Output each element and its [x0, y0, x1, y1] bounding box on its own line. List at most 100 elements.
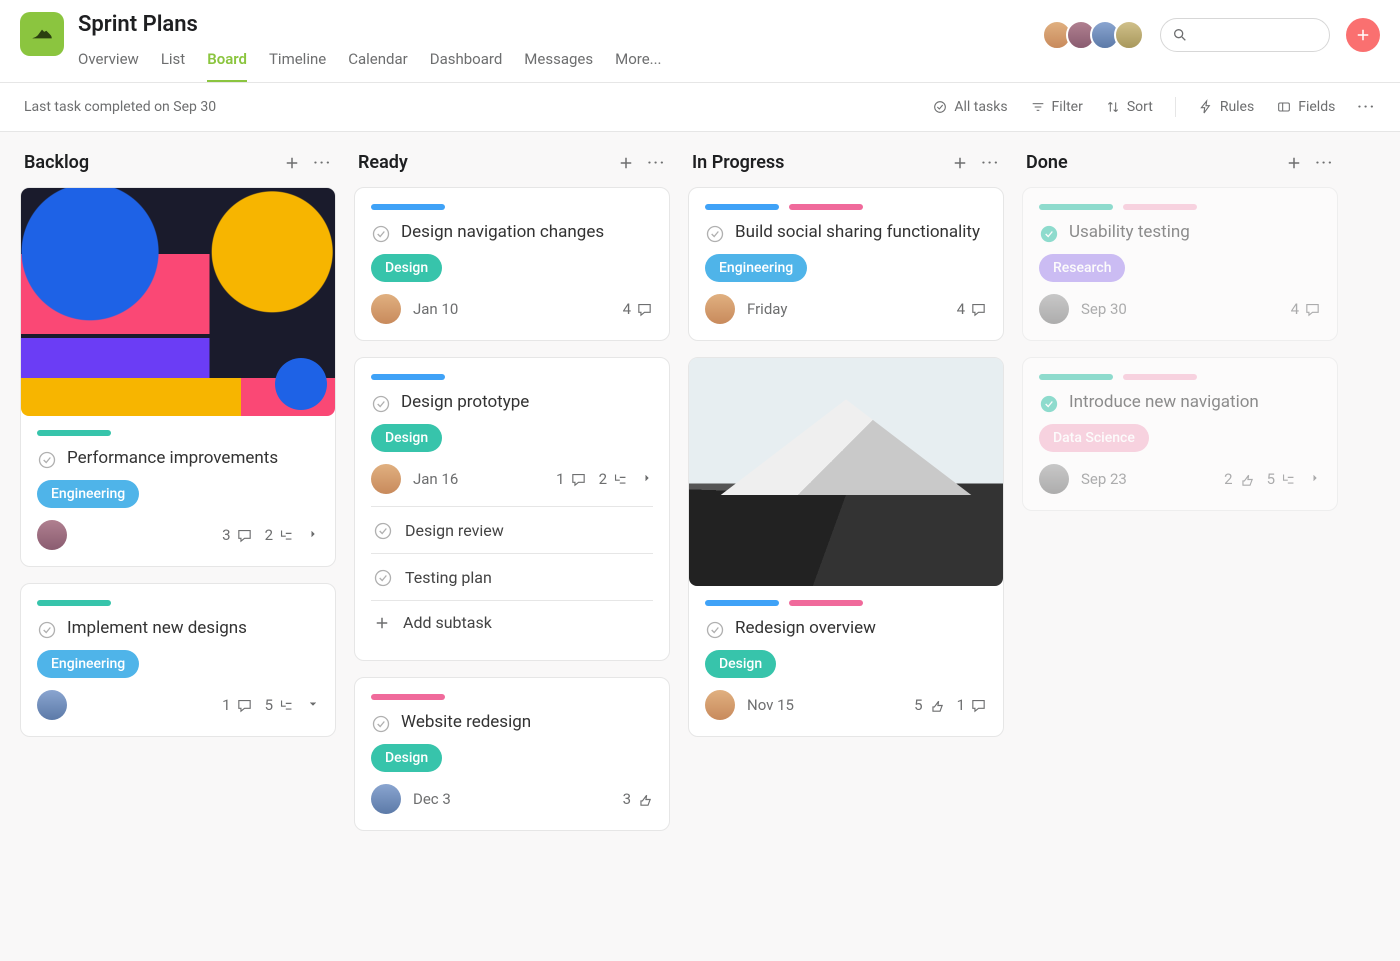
assignee-avatar[interactable]: [705, 294, 735, 324]
complete-subtask-button[interactable]: [373, 521, 393, 541]
assignee-avatar[interactable]: [371, 294, 401, 324]
tab-list[interactable]: List: [161, 46, 185, 82]
toolbar-more-button[interactable]: ···: [1357, 99, 1376, 115]
due-date[interactable]: Jan 10: [413, 300, 458, 318]
tag-design[interactable]: Design: [371, 254, 442, 282]
subtask-item[interactable]: Design review: [371, 507, 653, 554]
due-date[interactable]: Sep 30: [1081, 300, 1127, 318]
column-add-button[interactable]: [617, 154, 635, 172]
due-date[interactable]: Jan 16: [413, 470, 458, 488]
project-icon[interactable]: [20, 12, 64, 56]
assignee-avatar[interactable]: [37, 690, 67, 720]
complete-task-button[interactable]: [1039, 394, 1059, 414]
expand-subtasks-button[interactable]: [1309, 470, 1321, 488]
member-avatar[interactable]: [1114, 20, 1144, 50]
tag-research[interactable]: Research: [1039, 254, 1125, 282]
assignee-avatar[interactable]: [1039, 294, 1069, 324]
tag-eng[interactable]: Engineering: [705, 254, 807, 282]
task-card[interactable]: Build social sharing functionality Engin…: [688, 187, 1004, 341]
task-card[interactable]: Usability testing ResearchSep 304: [1022, 187, 1338, 341]
column-more-button[interactable]: ···: [1315, 155, 1334, 171]
comments-count[interactable]: 1: [556, 470, 586, 488]
subtasks-count[interactable]: 5: [265, 696, 295, 714]
subtask-item[interactable]: Testing plan: [371, 554, 653, 601]
tab-overview[interactable]: Overview: [78, 46, 139, 82]
complete-task-button[interactable]: [705, 224, 725, 244]
card-title-row: Introduce new navigation: [1039, 392, 1321, 414]
column-more-button[interactable]: ···: [647, 155, 666, 171]
comments-count[interactable]: 4: [957, 300, 987, 318]
complete-task-button[interactable]: [1039, 224, 1059, 244]
column-add-button[interactable]: [951, 154, 969, 172]
comments-count[interactable]: 4: [623, 300, 653, 318]
fields-icon: [1276, 99, 1292, 115]
tab-calendar[interactable]: Calendar: [348, 46, 408, 82]
complete-task-button[interactable]: [371, 224, 391, 244]
add-subtask-button[interactable]: Add subtask: [371, 601, 653, 644]
expand-subtasks-button[interactable]: [307, 696, 319, 714]
global-add-button[interactable]: [1346, 18, 1380, 52]
due-date[interactable]: Friday: [747, 300, 787, 318]
due-date[interactable]: Dec 3: [413, 790, 451, 808]
assignee-avatar[interactable]: [37, 520, 67, 550]
comments-count[interactable]: 1: [957, 696, 987, 714]
card-color-strips: [371, 374, 653, 380]
task-card[interactable]: Website redesign DesignDec 33: [354, 677, 670, 831]
tab-timeline[interactable]: Timeline: [269, 46, 326, 82]
complete-subtask-button[interactable]: [373, 568, 393, 588]
assignee-avatar[interactable]: [371, 464, 401, 494]
likes-count[interactable]: 2: [1224, 470, 1254, 488]
column-add-button[interactable]: [283, 154, 301, 172]
assignee-avatar[interactable]: [705, 690, 735, 720]
tab-messages[interactable]: Messages: [524, 46, 593, 82]
card-footer-left: Sep 23: [1039, 464, 1127, 494]
tab-board[interactable]: Board: [207, 46, 247, 82]
comments-count[interactable]: 1: [222, 696, 252, 714]
column-add-button[interactable]: [1285, 154, 1303, 172]
sort-button[interactable]: Sort: [1105, 99, 1153, 115]
task-card[interactable]: Design prototype DesignJan 161 2 Design …: [354, 357, 670, 661]
task-card[interactable]: Redesign overview DesignNov 155 1: [688, 357, 1004, 737]
card-footer-left: Jan 16: [371, 464, 458, 494]
likes-count[interactable]: 5: [914, 696, 944, 714]
header-right: [1042, 12, 1380, 52]
rules-button[interactable]: Rules: [1198, 99, 1254, 115]
due-date[interactable]: Sep 23: [1081, 470, 1127, 488]
assignee-avatar[interactable]: [1039, 464, 1069, 494]
complete-task-button[interactable]: [371, 714, 391, 734]
project-members[interactable]: [1042, 20, 1144, 50]
tag-design[interactable]: Design: [371, 424, 442, 452]
complete-task-button[interactable]: [37, 450, 57, 470]
subtasks-count[interactable]: 2: [265, 526, 295, 544]
tag-eng[interactable]: Engineering: [37, 650, 139, 678]
column-header: Backlog ···: [24, 152, 332, 173]
subtasks-count[interactable]: 5: [1267, 470, 1297, 488]
tag-design[interactable]: Design: [371, 744, 442, 772]
assignee-avatar[interactable]: [371, 784, 401, 814]
fields-button[interactable]: Fields: [1276, 99, 1335, 115]
likes-count[interactable]: 3: [623, 790, 653, 808]
tag-eng[interactable]: Engineering: [37, 480, 139, 508]
expand-subtasks-button[interactable]: [641, 470, 653, 488]
task-card[interactable]: Implement new designs Engineering1 5: [20, 583, 336, 737]
all-tasks-filter[interactable]: All tasks: [932, 99, 1007, 115]
tab-more[interactable]: More...: [615, 46, 661, 82]
comments-count[interactable]: 3: [222, 526, 252, 544]
comments-count[interactable]: 4: [1291, 300, 1321, 318]
due-date[interactable]: Nov 15: [747, 696, 794, 714]
complete-task-button[interactable]: [371, 394, 391, 414]
tab-dashboard[interactable]: Dashboard: [430, 46, 503, 82]
task-card[interactable]: Performance improvements Engineering3 2: [20, 187, 336, 567]
subtasks-count[interactable]: 2: [599, 470, 629, 488]
column-more-button[interactable]: ···: [313, 155, 332, 171]
tag-ds[interactable]: Data Science: [1039, 424, 1149, 452]
complete-task-button[interactable]: [37, 620, 57, 640]
column-more-button[interactable]: ···: [981, 155, 1000, 171]
complete-task-button[interactable]: [705, 620, 725, 640]
card-footer-left: Sep 30: [1039, 294, 1127, 324]
task-card[interactable]: Design navigation changes DesignJan 104: [354, 187, 670, 341]
task-card[interactable]: Introduce new navigation Data Science Sep…: [1022, 357, 1338, 511]
filter-button[interactable]: Filter: [1030, 99, 1083, 115]
tag-design[interactable]: Design: [705, 650, 776, 678]
expand-subtasks-button[interactable]: [307, 526, 319, 544]
